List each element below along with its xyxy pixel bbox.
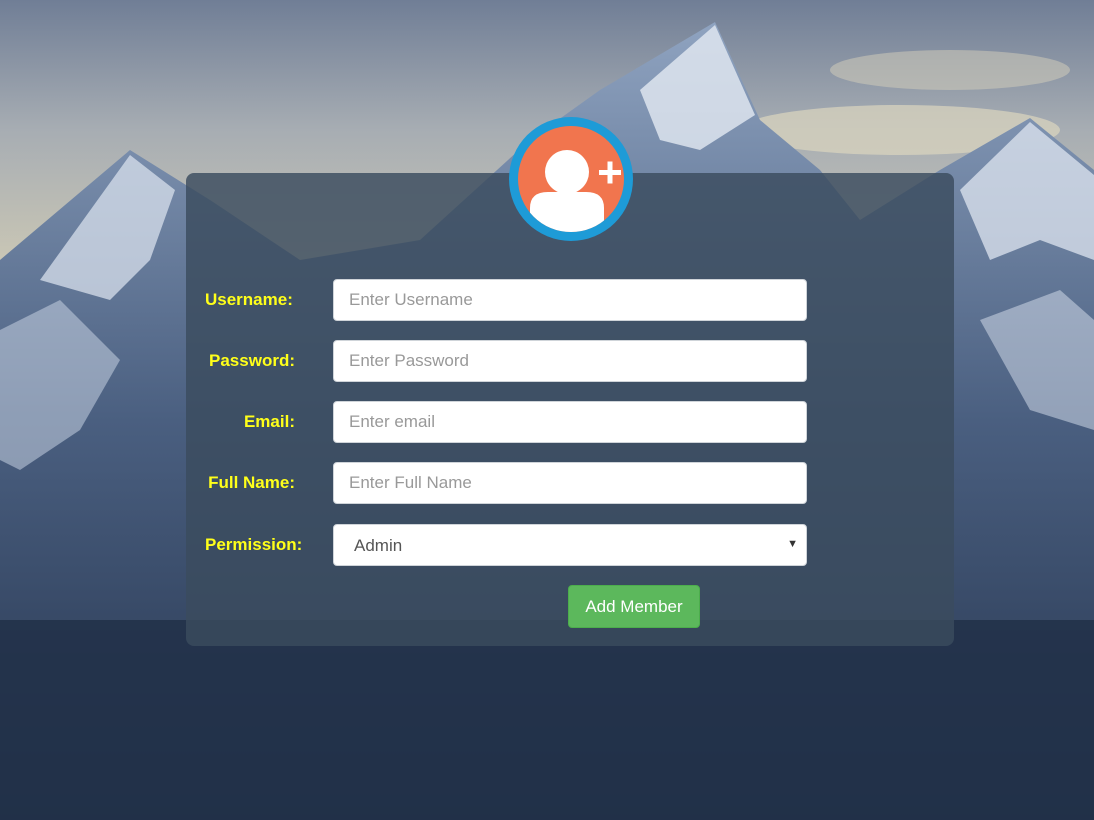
email-label: Email: [243, 412, 295, 431]
add-user-avatar [509, 117, 633, 241]
password-input[interactable] [333, 340, 807, 382]
fullname-label: Full Name: [208, 473, 295, 492]
permission-selected-value: Admin [354, 536, 403, 555]
password-label: Password: [209, 351, 295, 370]
username-label: Username: [205, 290, 293, 309]
username-input[interactable] [333, 279, 807, 321]
chevron-down-icon: ▼ [787, 538, 798, 550]
permission-label: Permission: [205, 535, 303, 554]
email-input[interactable] [333, 401, 807, 443]
add-member-button[interactable]: Add Member [568, 585, 700, 628]
add-user-icon [518, 126, 624, 232]
permission-select[interactable]: Admin ▼ [333, 524, 807, 566]
fullname-input[interactable] [333, 462, 807, 504]
